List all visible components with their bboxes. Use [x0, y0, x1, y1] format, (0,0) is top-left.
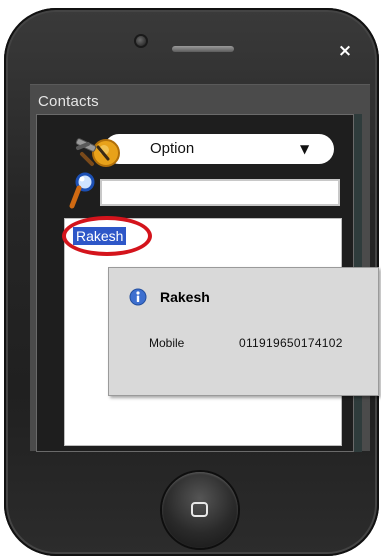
info-icon	[129, 288, 147, 306]
home-button[interactable]	[162, 472, 238, 548]
tools-icon[interactable]	[74, 138, 122, 168]
chevron-down-icon: ▼	[300, 142, 310, 156]
contact-detail-popup: Rakesh Mobile 011919650174102	[108, 267, 379, 396]
mobile-value: 011919650174102	[239, 336, 343, 350]
page-title: Contacts	[38, 93, 99, 110]
home-square-icon	[191, 502, 208, 517]
speaker-grille	[172, 46, 234, 52]
option-dropdown[interactable]: Option ▼	[104, 134, 334, 164]
option-label: Option	[150, 140, 195, 157]
stage: × Contacts Option ▼ Rakesh Rakesh Mobile…	[0, 0, 381, 558]
close-button[interactable]: ×	[334, 40, 356, 62]
magnifier-icon	[69, 172, 95, 209]
search-input[interactable]	[100, 179, 340, 206]
camera-icon	[136, 36, 146, 46]
mobile-label: Mobile	[149, 336, 185, 350]
popup-contact-name: Rakesh	[160, 289, 210, 305]
list-item-rakesh[interactable]: Rakesh	[73, 227, 127, 245]
